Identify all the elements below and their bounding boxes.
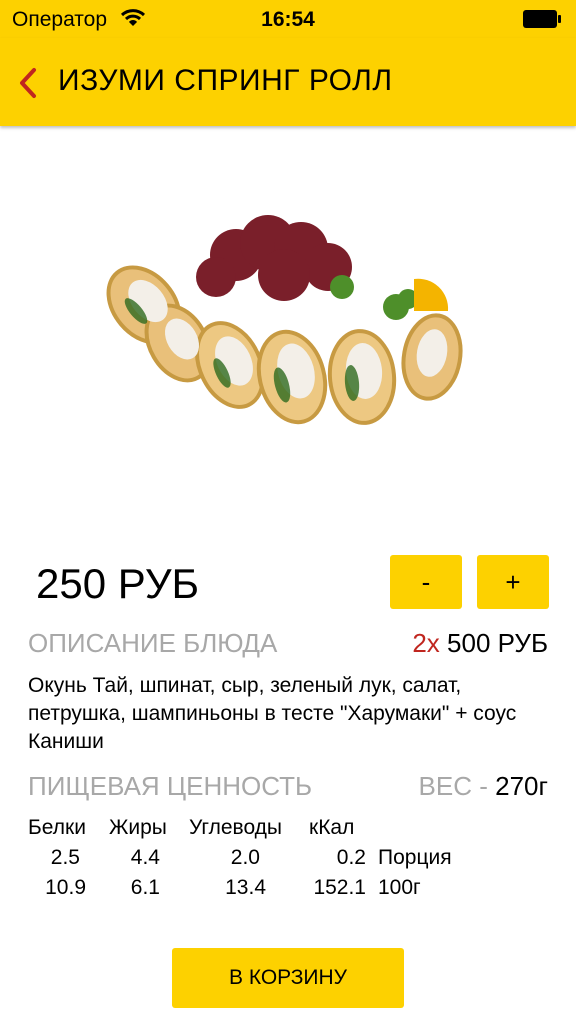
price: 250 РУБ bbox=[36, 560, 200, 607]
increase-quantity-button[interactable]: + bbox=[477, 555, 549, 609]
nutrition-label: ПИЩЕВАЯ ЦЕННОСТЬ bbox=[28, 771, 313, 801]
nutrition-cell: 2.5 bbox=[50, 846, 80, 869]
weight-label: ВЕС - bbox=[418, 771, 488, 801]
status-bar: Оператор 16:54 bbox=[0, 0, 576, 38]
nutrition-cell: 10.9 bbox=[45, 876, 86, 899]
clock: 16:54 bbox=[261, 8, 315, 31]
nutrition-header-carbs: Углеводы bbox=[189, 816, 283, 839]
nutrition-cell: 13.4 bbox=[225, 876, 266, 899]
page-title: ИЗУМИ СПРИНГ РОЛЛ bbox=[58, 64, 393, 97]
weight: ВЕС - 270г bbox=[419, 771, 548, 802]
nutrition-cell: 4.4 bbox=[130, 846, 160, 869]
order-total: 2х 500 РУБ bbox=[412, 628, 548, 659]
add-to-cart-button[interactable]: В КОРЗИНУ bbox=[172, 948, 404, 1008]
total-amount: 500 РУБ bbox=[447, 628, 548, 658]
nutrition-cell: 2.0 bbox=[230, 846, 260, 869]
decrease-quantity-button[interactable]: - bbox=[390, 555, 462, 609]
nutrition-cell: 0.2 bbox=[336, 846, 366, 869]
chevron-left-icon[interactable] bbox=[16, 66, 40, 100]
description-label: ОПИСАНИЕ БЛЮДА bbox=[28, 628, 278, 658]
nutrition-cell: 6.1 bbox=[130, 876, 160, 899]
nutrition-cell: 152.1 bbox=[313, 876, 366, 899]
nutrition-header-fat: Жиры bbox=[109, 816, 167, 839]
nutrition-header-protein: Белки bbox=[28, 816, 86, 839]
nutrition-header-kcal: кКал bbox=[309, 816, 355, 839]
battery-icon bbox=[523, 10, 561, 28]
weight-value: 270г bbox=[495, 771, 548, 801]
navigation-bar: ИЗУМИ СПРИНГ РОЛЛ bbox=[0, 38, 576, 126]
total-quantity: 2х bbox=[412, 628, 440, 658]
product-image bbox=[106, 215, 463, 425]
nutrition-unit: 100г bbox=[378, 876, 421, 899]
description-text: Окунь Тай, шпинат, сыр, зеленый лук, сал… bbox=[28, 674, 517, 753]
nutrition-unit: Порция bbox=[378, 846, 452, 869]
